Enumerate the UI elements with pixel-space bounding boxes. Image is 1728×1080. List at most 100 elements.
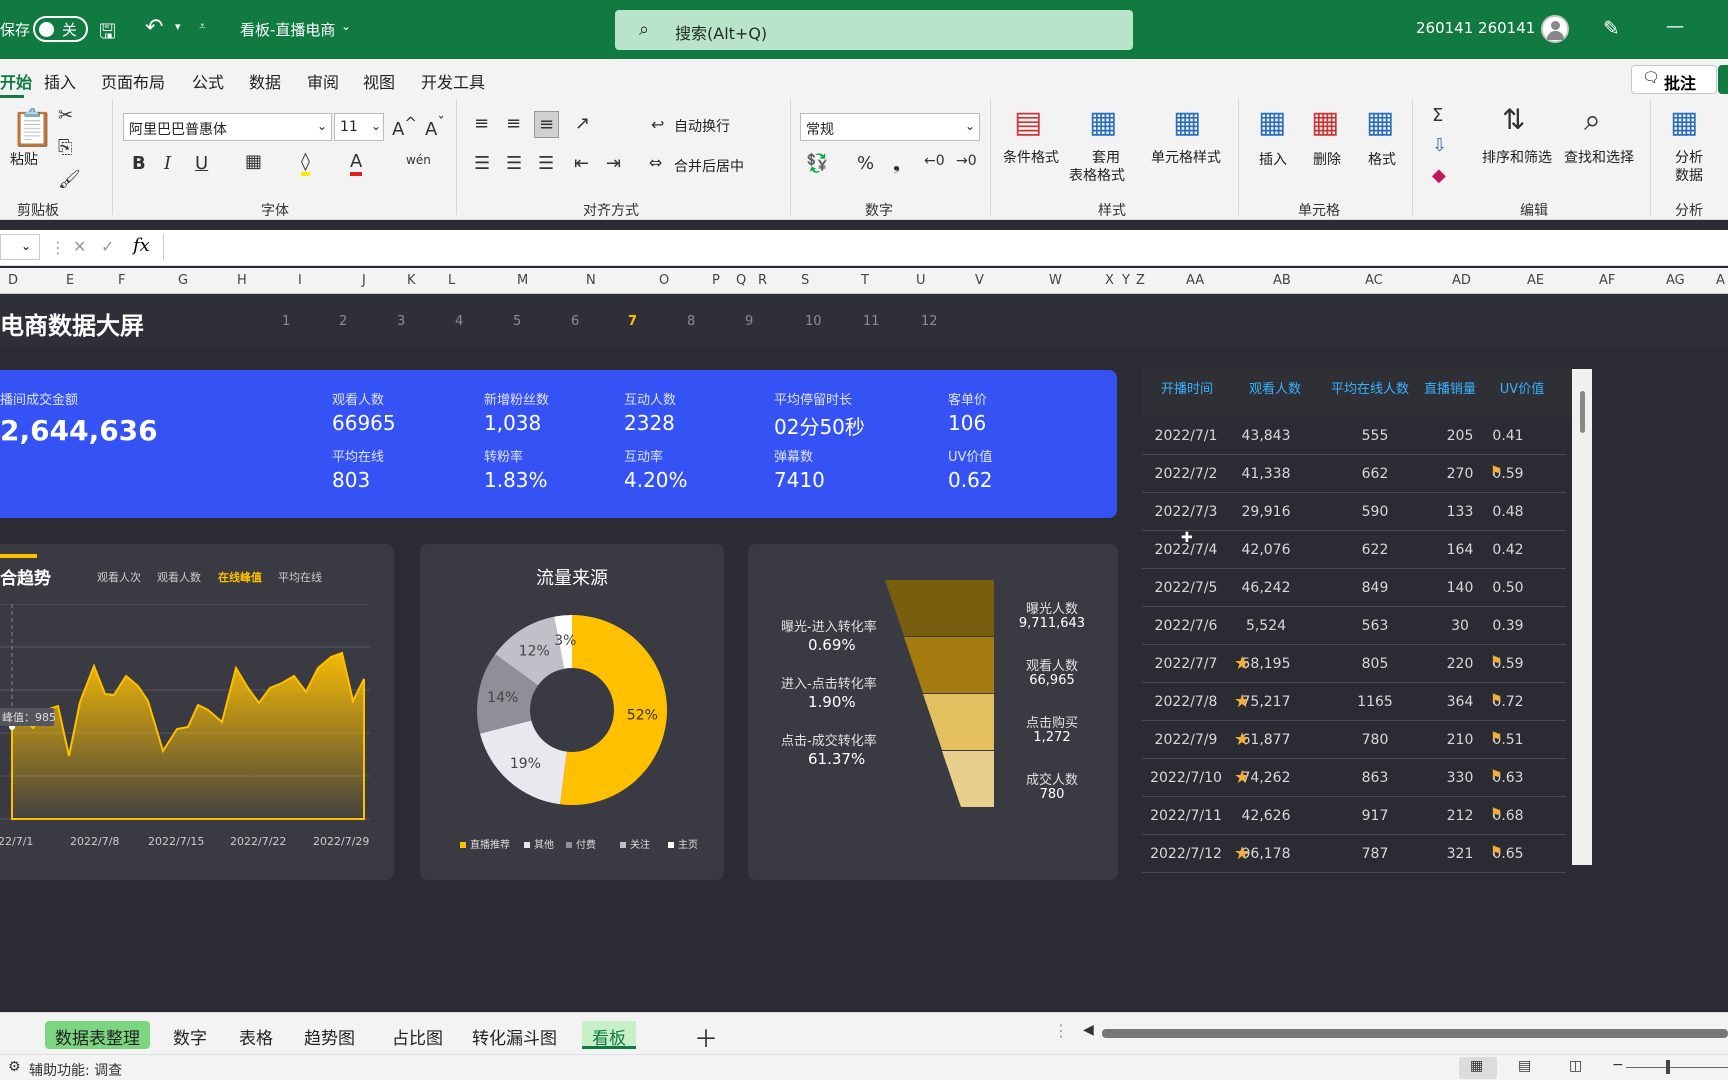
increase-indent-icon[interactable]: ⇥ bbox=[606, 153, 621, 174]
number-format-select[interactable]: 常规 ⌄ bbox=[800, 113, 980, 141]
phonetic-icon[interactable]: wén bbox=[406, 153, 431, 167]
fill-icon[interactable]: ⇩ bbox=[1432, 135, 1447, 156]
sheet-tab-3[interactable]: 趋势图 bbox=[294, 1021, 365, 1049]
minimize-icon[interactable]: — bbox=[1666, 16, 1684, 37]
trend-legend-peak[interactable]: 在线峰值 bbox=[218, 569, 262, 585]
column-header-l[interactable]: L bbox=[448, 273, 455, 288]
analyze-data-icon[interactable]: ▦ bbox=[1670, 105, 1698, 140]
format-cells-icon[interactable]: ▦ bbox=[1366, 105, 1394, 140]
cut-icon[interactable]: ✂ bbox=[58, 105, 73, 126]
table-row[interactable]: 2022/7/7 58,195 805 220 0.59 ★ ⚑ bbox=[1142, 645, 1566, 683]
column-header-e[interactable]: E bbox=[66, 273, 74, 288]
tab-developer[interactable]: 开发工具 bbox=[421, 69, 485, 93]
pie-legend-item[interactable]: 其他 bbox=[524, 836, 554, 851]
sort-filter-icon[interactable]: ⇅ bbox=[1502, 103, 1525, 136]
horizontal-scrollbar[interactable] bbox=[1102, 1029, 1728, 1038]
table-header-1[interactable]: 观看人数 bbox=[1230, 378, 1320, 397]
analyze-data-button[interactable]: 分析 bbox=[1675, 147, 1703, 167]
column-header-a[interactable]: A bbox=[1716, 273, 1725, 288]
sheet-tab-6[interactable]: 看板 bbox=[582, 1021, 636, 1049]
increase-decimal-icon[interactable]: ←0 bbox=[924, 153, 945, 169]
column-header-ae[interactable]: AE bbox=[1527, 273, 1544, 288]
column-header-h[interactable]: H bbox=[237, 273, 247, 288]
column-header-o[interactable]: O bbox=[659, 273, 669, 288]
scroll-left-icon[interactable]: ◀ bbox=[1083, 1022, 1094, 1038]
table-header-4[interactable]: UV价值 bbox=[1487, 378, 1557, 397]
month-3[interactable]: 3 bbox=[397, 314, 405, 329]
table-row[interactable]: 2022/7/1 43,843 555 205 0.41 bbox=[1142, 417, 1566, 455]
column-header-v[interactable]: V bbox=[975, 273, 984, 288]
month-5[interactable]: 5 bbox=[513, 314, 521, 329]
month-8[interactable]: 8 bbox=[687, 314, 695, 329]
column-header-n[interactable]: N bbox=[586, 273, 596, 288]
table-scrollbar[interactable] bbox=[1572, 369, 1592, 865]
column-header-d[interactable]: D bbox=[8, 273, 18, 288]
tab-view[interactable]: 视图 bbox=[363, 69, 395, 93]
table-row[interactable]: 2022/7/3 29,916 590 133 0.48 bbox=[1142, 493, 1566, 531]
cell-style-button[interactable]: 单元格样式 bbox=[1151, 147, 1221, 167]
comma-icon[interactable]: ❟ bbox=[893, 153, 900, 174]
table-format-button[interactable]: 套用 bbox=[1092, 147, 1120, 167]
shrink-font-icon[interactable]: Aˇ bbox=[425, 114, 445, 140]
clear-icon[interactable]: ◆ bbox=[1432, 165, 1446, 186]
delete-cells-button[interactable]: 删除 bbox=[1313, 149, 1341, 169]
column-header-f[interactable]: F bbox=[118, 273, 125, 288]
tab-data[interactable]: 数据 bbox=[249, 69, 281, 93]
tab-review[interactable]: 审阅 bbox=[307, 69, 339, 93]
italic-icon[interactable]: I bbox=[164, 153, 171, 174]
column-header-x[interactable]: X bbox=[1105, 273, 1114, 288]
font-color-icon[interactable]: A bbox=[350, 151, 363, 176]
delete-cells-icon[interactable]: ▦ bbox=[1311, 105, 1339, 140]
analyze-data-button-line2[interactable]: 数据 bbox=[1675, 165, 1703, 185]
merge-icon[interactable]: ⇔ bbox=[649, 153, 662, 172]
normal-view-button[interactable]: ▦ bbox=[1459, 1057, 1497, 1079]
border-icon[interactable]: ▦ bbox=[245, 151, 262, 172]
column-header-y[interactable]: Y bbox=[1122, 273, 1130, 288]
trend-legend-avg[interactable]: 平均在线 bbox=[278, 569, 322, 585]
search-box[interactable]: ⌕ 搜索(Alt+Q) bbox=[615, 10, 1133, 50]
bold-icon[interactable]: B bbox=[132, 153, 146, 174]
customize-qat-icon[interactable]: ⩡ bbox=[199, 19, 206, 34]
title-chevron-icon[interactable]: ⌄ bbox=[341, 19, 351, 33]
table-row[interactable]: 2022/7/10 74,262 863 330 0.63 ★ ⚑ bbox=[1142, 759, 1566, 797]
tab-page-layout[interactable]: 页面布局 bbox=[101, 69, 165, 93]
align-left-icon[interactable]: ☰ bbox=[474, 153, 490, 174]
save-icon[interactable]: 🖫 bbox=[99, 17, 116, 51]
month-7[interactable]: 7 bbox=[628, 314, 637, 329]
cell-style-icon[interactable]: ▦ bbox=[1173, 105, 1201, 140]
conditional-format-button[interactable]: 条件格式 bbox=[1003, 147, 1059, 167]
column-header-p[interactable]: P bbox=[712, 273, 720, 288]
autosum-icon[interactable]: Σ bbox=[1432, 105, 1443, 126]
table-row[interactable]: 2022/7/2 41,338 662 270 0.59 ⚑ bbox=[1142, 455, 1566, 493]
month-10[interactable]: 10 bbox=[805, 314, 822, 329]
orientation-icon[interactable]: ↗ bbox=[575, 113, 590, 134]
document-title[interactable]: 看板-直播电商 bbox=[240, 19, 335, 40]
column-header-j[interactable]: J bbox=[362, 273, 366, 288]
table-header-0[interactable]: 开播时间 bbox=[1142, 378, 1232, 397]
column-header-u[interactable]: U bbox=[916, 273, 926, 288]
table-row[interactable]: 2022/7/11 42,626 917 212 0.68 ⚑ bbox=[1142, 797, 1566, 835]
find-icon[interactable]: ⌕ bbox=[1584, 103, 1601, 138]
month-1[interactable]: 1 bbox=[282, 314, 290, 329]
font-size-select[interactable]: 11 ⌄ bbox=[334, 113, 384, 141]
month-6[interactable]: 6 bbox=[571, 314, 579, 329]
merge-center-button[interactable]: 合并后居中 bbox=[674, 156, 744, 176]
sheet-tab-5[interactable]: 转化漏斗图 bbox=[462, 1021, 567, 1049]
decrease-indent-icon[interactable]: ⇤ bbox=[574, 153, 589, 174]
column-header-k[interactable]: K bbox=[407, 273, 416, 288]
column-header-i[interactable]: I bbox=[298, 273, 302, 288]
pie-legend-item[interactable]: 直播推荐 bbox=[460, 836, 510, 851]
zoom-slider[interactable] bbox=[1626, 1060, 1728, 1074]
month-12[interactable]: 12 bbox=[921, 314, 938, 329]
insert-cells-button[interactable]: 插入 bbox=[1259, 149, 1287, 169]
column-header-m[interactable]: M bbox=[517, 273, 528, 288]
column-header-aa[interactable]: AA bbox=[1186, 273, 1204, 288]
table-row[interactable]: 2022/7/4 42,076 622 164 0.42 bbox=[1142, 531, 1566, 569]
copy-icon[interactable]: ⎘ bbox=[58, 137, 72, 158]
undo-dropdown-icon[interactable]: ▾ bbox=[175, 20, 181, 33]
fill-color-icon[interactable]: ◊ bbox=[301, 151, 310, 176]
formula-input[interactable] bbox=[163, 234, 1728, 260]
table-format-icon[interactable]: ▦ bbox=[1089, 105, 1117, 140]
function-icon[interactable]: fx bbox=[133, 235, 150, 256]
table-scroll-thumb[interactable] bbox=[1580, 391, 1585, 433]
